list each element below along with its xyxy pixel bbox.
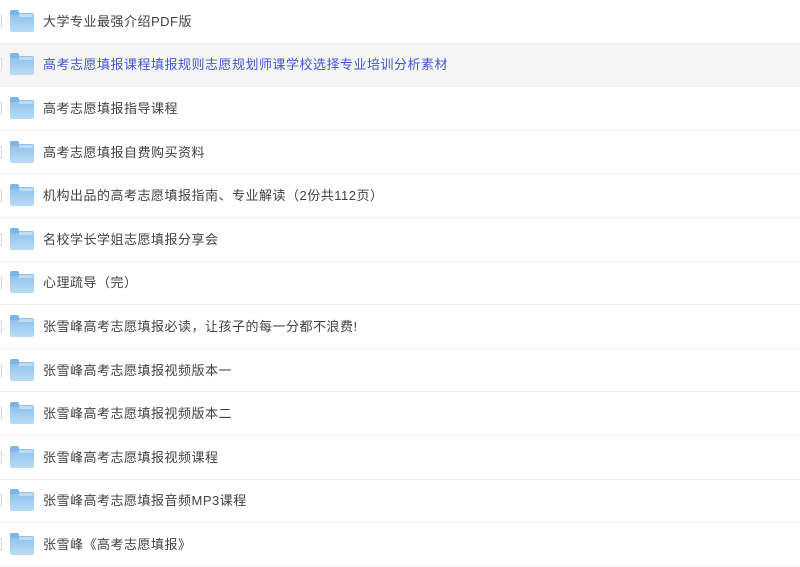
row-checkbox[interactable] bbox=[0, 363, 2, 377]
file-name-link[interactable]: 大学专业最强介绍PDF版 bbox=[43, 15, 192, 28]
file-row[interactable]: 张雪峰高考志愿填报视频课程 bbox=[0, 435, 800, 480]
folder-icon bbox=[10, 140, 34, 163]
folder-icon bbox=[10, 96, 34, 119]
file-manager-window: 大学专业最强介绍PDF版 高考志愿填报课程填报规则志愿规划师课学校选择专业培训分… bbox=[0, 0, 800, 567]
folder-icon bbox=[10, 532, 34, 555]
file-name-link[interactable]: 高考志愿填报自费购买资料 bbox=[43, 146, 205, 159]
file-row[interactable]: 张雪峰高考志愿填报视频版本一 bbox=[0, 348, 800, 393]
row-checkbox[interactable] bbox=[0, 450, 2, 464]
folder-icon bbox=[10, 9, 34, 32]
file-name-link[interactable]: 高考志愿填报指导课程 bbox=[43, 102, 178, 115]
file-row[interactable]: 高考志愿填报课程填报规则志愿规划师课学校选择专业培训分析素材 bbox=[0, 43, 800, 88]
folder-icon bbox=[10, 184, 34, 207]
file-name-link[interactable]: 高考志愿填报课程填报规则志愿规划师课学校选择专业培训分析素材 bbox=[43, 58, 448, 71]
folder-icon bbox=[10, 489, 34, 512]
file-row[interactable]: 张雪峰高考志愿填报必读，让孩子的每一分都不浪费! bbox=[0, 305, 800, 349]
file-name-link[interactable]: 心理疏导（完） bbox=[43, 276, 138, 289]
file-row[interactable]: 张雪峰高考志愿填报视频版本二 bbox=[0, 392, 800, 436]
file-name-link[interactable]: 张雪峰《高考志愿填报》 bbox=[43, 538, 192, 551]
row-checkbox[interactable] bbox=[0, 407, 2, 421]
file-name-link[interactable]: 张雪峰高考志愿填报必读，让孩子的每一分都不浪费! bbox=[43, 320, 358, 333]
row-checkbox[interactable] bbox=[0, 58, 2, 72]
folder-icon bbox=[10, 358, 34, 381]
row-checkbox[interactable] bbox=[0, 319, 2, 333]
folder-icon bbox=[10, 445, 34, 468]
folder-icon bbox=[10, 402, 34, 425]
file-list: 大学专业最强介绍PDF版 高考志愿填报课程填报规则志愿规划师课学校选择专业培训分… bbox=[0, 0, 800, 567]
row-checkbox[interactable] bbox=[0, 232, 2, 246]
file-row[interactable]: 心理疏导（完） bbox=[0, 261, 800, 306]
row-checkbox[interactable] bbox=[0, 494, 2, 508]
row-checkbox[interactable] bbox=[0, 276, 2, 290]
file-row[interactable]: 大学专业最强介绍PDF版 bbox=[0, 0, 800, 44]
file-name-link[interactable]: 机构出品的高考志愿填报指南、专业解读（2份共112页） bbox=[43, 189, 383, 202]
file-row[interactable]: 名校学长学姐志愿填报分享会 bbox=[0, 217, 800, 262]
file-name-link[interactable]: 张雪峰高考志愿填报视频课程 bbox=[43, 451, 219, 464]
row-checkbox[interactable] bbox=[0, 189, 2, 203]
file-row[interactable]: 张雪峰《高考志愿填报》 bbox=[0, 523, 800, 567]
file-row[interactable]: 高考志愿填报自费购买资料 bbox=[0, 130, 800, 175]
row-checkbox[interactable] bbox=[0, 14, 2, 28]
file-row[interactable]: 张雪峰高考志愿填报音频MP3课程 bbox=[0, 479, 800, 524]
file-name-link[interactable]: 张雪峰高考志愿填报音频MP3课程 bbox=[43, 494, 247, 507]
row-checkbox[interactable] bbox=[0, 537, 2, 551]
folder-icon bbox=[10, 314, 34, 337]
folder-icon bbox=[10, 227, 34, 250]
folder-icon bbox=[10, 271, 34, 294]
row-checkbox[interactable] bbox=[0, 101, 2, 115]
file-row[interactable]: 机构出品的高考志愿填报指南、专业解读（2份共112页） bbox=[0, 174, 800, 218]
row-checkbox[interactable] bbox=[0, 145, 2, 159]
file-name-link[interactable]: 张雪峰高考志愿填报视频版本一 bbox=[43, 364, 232, 377]
file-name-link[interactable]: 名校学长学姐志愿填报分享会 bbox=[43, 233, 219, 246]
folder-icon bbox=[10, 53, 34, 76]
file-row[interactable]: 高考志愿填报指导课程 bbox=[0, 87, 800, 131]
file-name-link[interactable]: 张雪峰高考志愿填报视频版本二 bbox=[43, 407, 232, 420]
